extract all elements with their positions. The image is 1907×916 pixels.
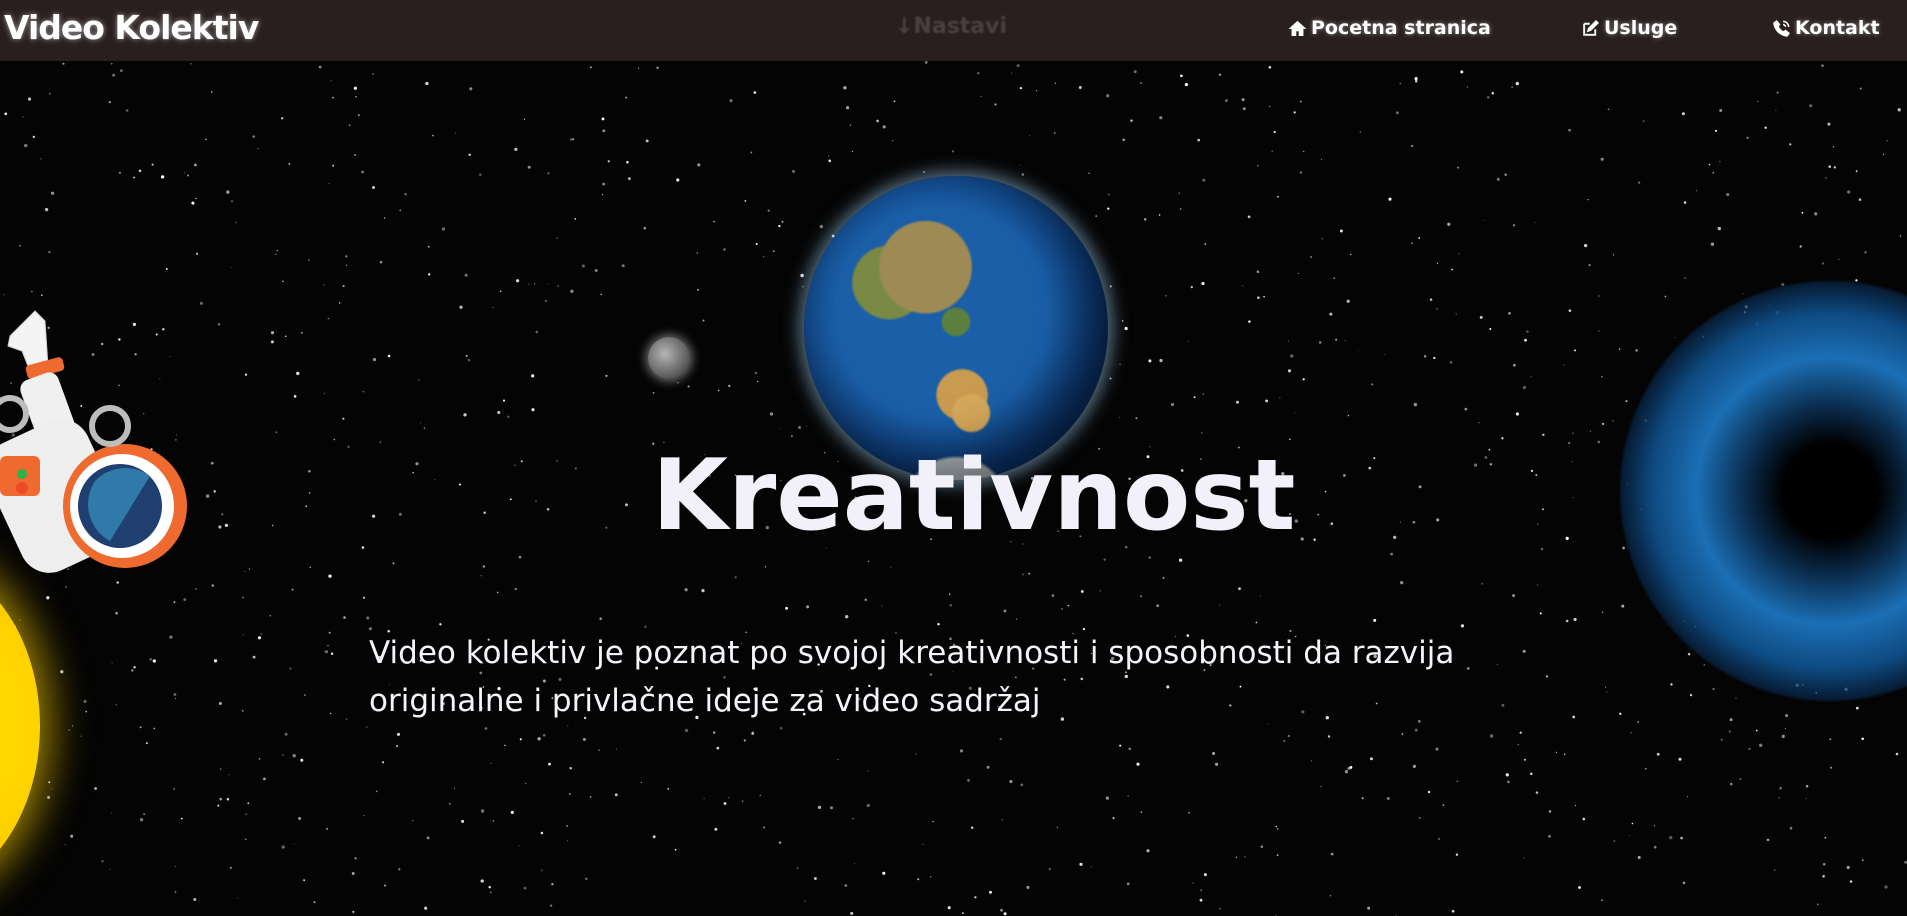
astronaut-illustration [0,310,187,573]
nav-link-label: Pocetna stranica [1311,17,1491,39]
phone-icon [1773,19,1790,37]
nav-link-services[interactable]: Usluge [1581,17,1677,39]
nav-link-label: Usluge [1604,17,1678,39]
hero-description: Video kolektiv je poznat po svojoj kreat… [369,635,1455,719]
nav-link-label: Kontakt [1795,17,1880,39]
home-icon [1288,20,1307,36]
earth-illustration [804,176,1108,480]
continue-link[interactable]: ↓Nastavi [895,14,1007,39]
edit-icon [1583,19,1599,36]
moon-illustration [648,337,690,379]
space-background: Kreativnost Video kolektiv je poznat po … [0,61,1907,916]
nav-link-contact[interactable]: Kontakt [1772,17,1880,39]
page-title: Kreativnost [652,439,1296,553]
nav-link-home[interactable]: Pocetna stranica [1288,17,1491,39]
brand-logo[interactable]: Video Kolektiv [4,8,259,47]
navbar: Video Kolektiv ↓Nastavi Pocetna stranica… [0,0,1907,61]
